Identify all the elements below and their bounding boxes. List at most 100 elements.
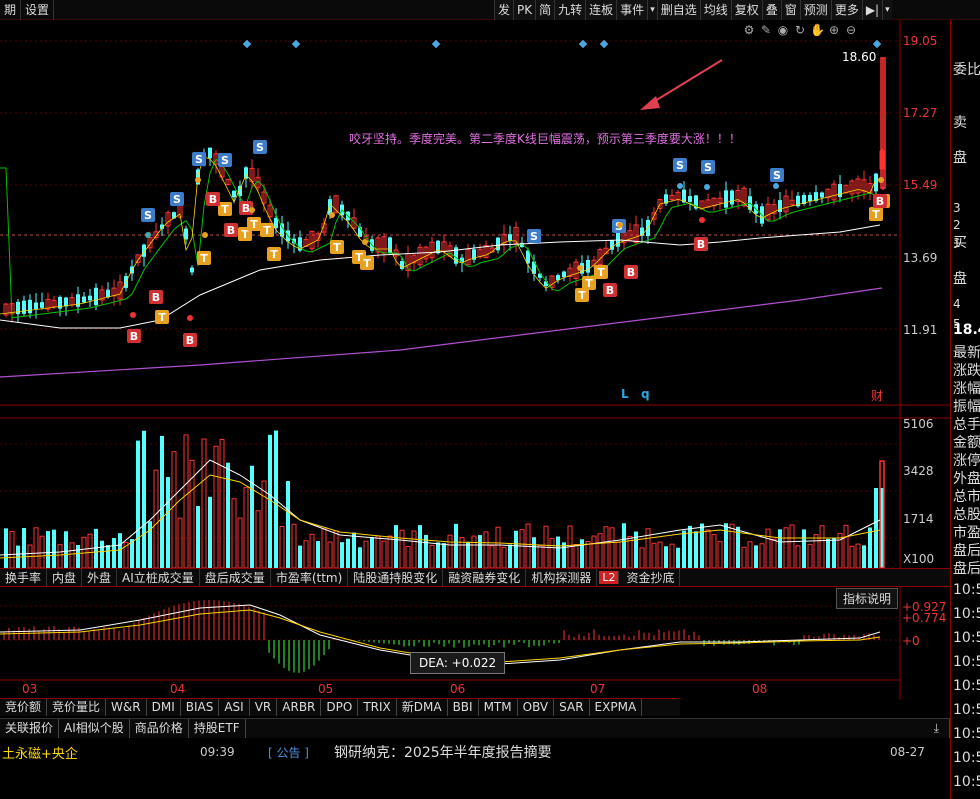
indicator-tab2-1[interactable]: 竞价量比 (47, 699, 107, 716)
top-right-menu-item-2[interactable]: 简 (535, 0, 555, 20)
tab-ai-similar[interactable]: AI相似个股 (59, 719, 130, 738)
volume-bar (316, 541, 320, 568)
indicator-tab2-2[interactable]: W&R (106, 699, 147, 716)
indicator-tab-2[interactable]: 外盘 (82, 569, 118, 586)
indicator-tab2-7[interactable]: ARBR (277, 699, 322, 716)
right-panel-label-22: 盘后 (953, 543, 980, 559)
download-icon[interactable]: ⤓ (924, 719, 950, 738)
indicator-tab2-10[interactable]: 新DMA (397, 699, 448, 716)
right-panel-label-20: 总股 (953, 507, 980, 523)
top-right-menu-item-12[interactable]: 预测 (799, 0, 831, 20)
top-right-menu-item-6[interactable]: ▾ (647, 0, 657, 20)
indicator-tab2-14[interactable]: SAR (554, 699, 590, 716)
indicator-tab2-6[interactable]: VR (250, 699, 278, 716)
indicator-tab2-12[interactable]: MTM (479, 699, 518, 716)
tab-commodity-price[interactable]: 商品价格 (130, 719, 189, 738)
signal-diamond-marker (431, 39, 441, 49)
trade-signal-badge: T (250, 218, 258, 231)
top-right-menu-item-1[interactable]: PK (513, 0, 536, 20)
current-price-label: 18.60 (842, 50, 877, 64)
volume-bar (700, 523, 704, 568)
zoom-in-icon[interactable]: ⊕ (827, 23, 841, 37)
volume-bar (321, 528, 327, 569)
volume-bar (508, 544, 512, 568)
indicator-tab-6[interactable]: 陆股通持股变化 (348, 569, 444, 586)
indicator-help-button[interactable]: 指标说明 (836, 588, 899, 609)
indicator-tab2-3[interactable]: DMI (147, 699, 181, 716)
zoom-out-icon[interactable]: ⊖ (844, 23, 858, 37)
indicator-tab-3[interactable]: AI立桩成交量 (117, 569, 200, 586)
price-axis-label: 17.27 (903, 106, 938, 120)
tab-holding-etf[interactable]: 持股ETF (189, 719, 246, 738)
right-panel-label-16: 金额 (953, 435, 980, 451)
chart-tool-icons: ⚙ ✎ ◉ ↻ ✋ ⊕ ⊖ (742, 23, 858, 37)
volume-bar (279, 525, 285, 569)
volume-bar (436, 542, 440, 568)
price-axis-label: 13.69 (903, 251, 938, 265)
indicator-tab-9[interactable]: L2 (599, 571, 620, 584)
news-title[interactable]: 钢研纳克：2025年半年度报告摘要 (334, 742, 552, 762)
news-row[interactable]: 土永磁+央企 09:39 [ 公告 ] 钢研纳克：2025年半年度报告摘要 08… (0, 741, 950, 763)
indicator-tab2-11[interactable]: BBI (448, 699, 479, 716)
top-right-menu-item-10[interactable]: 叠 (761, 0, 781, 20)
indicator-tab2-9[interactable]: TRIX (358, 699, 397, 716)
volume-bar (669, 543, 675, 569)
top-right-menu-item-5[interactable]: 事件 (616, 0, 648, 20)
x-axis-month: 07 (590, 682, 606, 696)
volume-bar (688, 525, 692, 568)
signal-dot (617, 222, 623, 228)
stock-chart-canvas[interactable]: SSSSSSSSSSTTTTTTTTTTTTTTTBBBBBBBBBB (0, 20, 950, 700)
mark-q[interactable]: q (641, 387, 650, 401)
signal-diamond-marker (291, 39, 301, 49)
indicator-tab-10[interactable]: 资金抄底 (621, 569, 681, 586)
top-right-menu-item-3[interactable]: 九转 (554, 0, 586, 20)
pen-icon[interactable]: ✎ (759, 23, 773, 37)
indicator-tab-5[interactable]: 市盈率(ttm) (271, 569, 349, 586)
volume-bar (609, 527, 615, 569)
volume-bar (112, 538, 116, 568)
indicator-tab2-8[interactable]: DPO (321, 699, 359, 716)
candle-body (64, 297, 68, 307)
top-right-menu-item-4[interactable]: 连板 (585, 0, 617, 20)
top-right-menu-item-7[interactable]: 删自选 (656, 0, 700, 20)
indicator-tab-4[interactable]: 盘后成交量 (200, 569, 271, 586)
volume-bar (471, 535, 477, 569)
indicator-tab-1[interactable]: 内盘 (47, 569, 83, 586)
volume-bar (363, 540, 369, 569)
top-left-menu-item-1[interactable]: 设置 (21, 0, 55, 20)
news-type: [ 公告 ] (268, 745, 309, 760)
tab-related-quotes[interactable]: 关联报价 (0, 719, 60, 738)
top-right-menu-item-14[interactable]: ▶| (861, 0, 883, 20)
volume-bar (591, 535, 597, 569)
indicator-tab-8[interactable]: 机构探测器 (526, 569, 598, 586)
right-panel-label-30: 10:5 (953, 726, 980, 742)
top-left-menu-item-0[interactable]: 期 (0, 0, 22, 20)
volume-bar (22, 528, 26, 568)
volume-bar (399, 529, 405, 569)
indicator-tab-0[interactable]: 换手率 (0, 569, 48, 586)
right-panel-label-4: 2 (953, 218, 961, 232)
mark-financial[interactable]: 财 (871, 387, 883, 404)
top-right-menu-item-0[interactable]: 发 (494, 0, 514, 20)
candle-body (778, 200, 782, 212)
volume-bar (340, 542, 344, 568)
top-right-menu-item-9[interactable]: 复权 (730, 0, 762, 20)
indicator-tab2-13[interactable]: OBV (518, 699, 555, 716)
top-right-menu-item-11[interactable]: 窗 (780, 0, 800, 20)
top-right-menu-item-13[interactable]: 更多 (830, 0, 862, 20)
indicator-tab2-5[interactable]: ASI (219, 699, 250, 716)
top-right-menu-item-8[interactable]: 均线 (699, 0, 731, 20)
indicator-tab2-15[interactable]: EXPMA (590, 699, 643, 716)
refresh-icon[interactable]: ↻ (793, 23, 807, 37)
hand-icon[interactable]: ✋ (810, 23, 825, 37)
top-right-menu-item-15[interactable]: ▾ (882, 0, 892, 20)
settings-icon[interactable]: ⚙ (742, 23, 756, 37)
indicator-tab2-4[interactable]: BIAS (181, 699, 220, 716)
buy-signal-badge: B (242, 202, 250, 215)
mark-l[interactable]: L (621, 387, 629, 401)
candle-body (76, 294, 80, 307)
indicator-tab2-0[interactable]: 竞价额 (0, 699, 48, 716)
right-panel-label-26: 10:5 (953, 630, 980, 646)
indicator-tab-7[interactable]: 融资融券变化 (443, 569, 527, 586)
eye-icon[interactable]: ◉ (776, 23, 790, 37)
